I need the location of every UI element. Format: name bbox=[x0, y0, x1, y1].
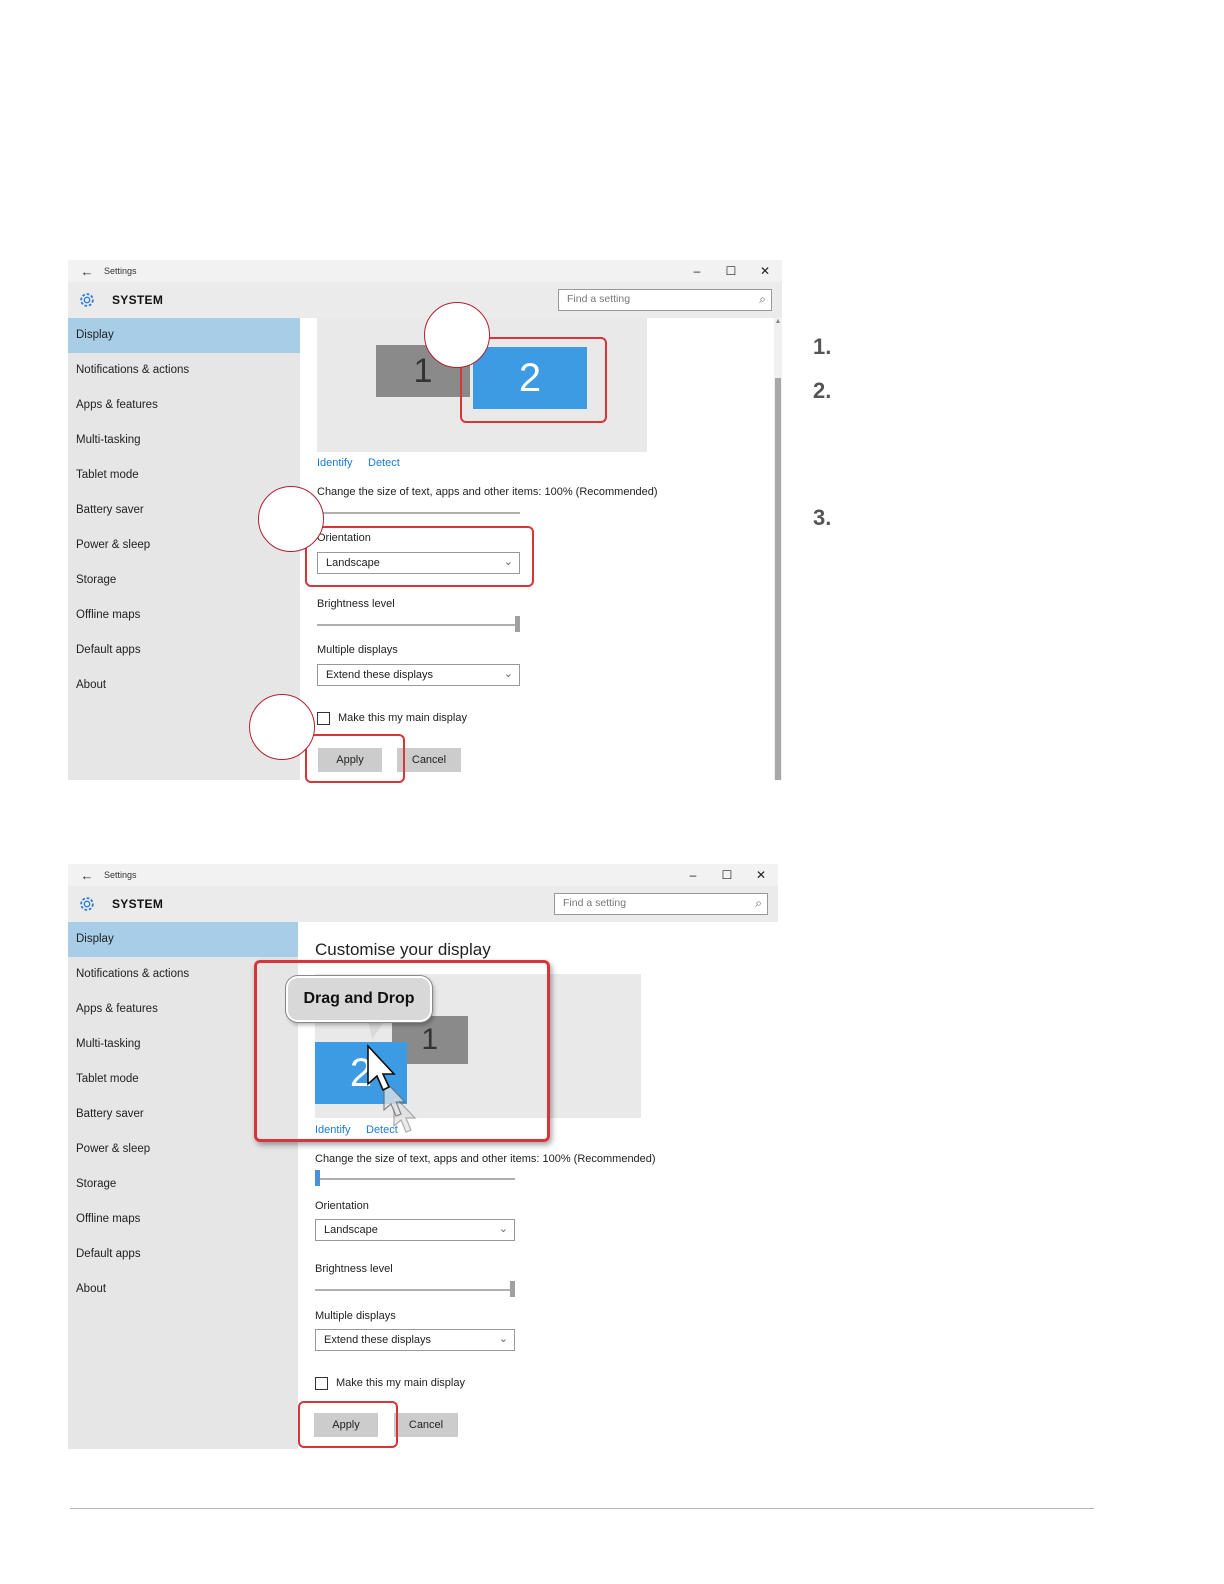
chevron-down-icon: ⌄ bbox=[498, 1333, 508, 1345]
close-button[interactable]: ✕ bbox=[748, 264, 782, 278]
step-callout-3 bbox=[249, 694, 315, 760]
search-placeholder: Find a setting bbox=[563, 897, 627, 909]
search-input[interactable]: Find a setting ⌕ bbox=[558, 289, 772, 311]
chevron-down-icon: ⌄ bbox=[498, 1223, 508, 1235]
brightness-slider-thumb[interactable] bbox=[515, 616, 520, 632]
apply-highlight bbox=[305, 734, 405, 783]
footer-divider bbox=[70, 1508, 1094, 1509]
sidebar-item-multitasking[interactable]: Multi-tasking bbox=[68, 423, 300, 458]
sidebar-item-about[interactable]: About bbox=[68, 1272, 298, 1307]
multiple-displays-value: Extend these displays bbox=[326, 669, 434, 681]
apply-highlight-2 bbox=[298, 1401, 398, 1448]
sidebar-item-tablet[interactable]: Tablet mode bbox=[68, 458, 300, 493]
close-button[interactable]: ✕ bbox=[744, 868, 778, 882]
orientation-highlight bbox=[305, 526, 534, 587]
scale-label: Change the size of text, apps and other … bbox=[317, 486, 658, 498]
main-display-label: Make this my main display bbox=[336, 1377, 465, 1389]
search-icon: ⌕ bbox=[759, 292, 766, 306]
drag-drop-callout: Drag and Drop bbox=[286, 976, 432, 1022]
main-display-checkbox[interactable] bbox=[315, 1377, 328, 1390]
sidebar-item-default-apps[interactable]: Default apps bbox=[68, 1237, 298, 1272]
orientation-label: Orientation bbox=[315, 1200, 369, 1212]
sidebar-item-notifications[interactable]: Notifications & actions bbox=[68, 353, 300, 388]
scale-label: Change the size of text, apps and other … bbox=[315, 1153, 656, 1165]
scale-slider[interactable] bbox=[317, 512, 520, 514]
step-number-2: 2. bbox=[813, 378, 832, 403]
scale-slider[interactable] bbox=[315, 1178, 515, 1180]
maximize-button[interactable]: ☐ bbox=[710, 868, 744, 882]
minimize-button[interactable]: – bbox=[676, 868, 710, 882]
main-display-label: Make this my main display bbox=[338, 712, 467, 724]
sidebar-item-offline-maps[interactable]: Offline maps bbox=[68, 598, 300, 633]
scale-slider-thumb[interactable] bbox=[315, 1170, 320, 1186]
section-title: SYSTEM bbox=[112, 293, 164, 307]
sidebar-item-storage[interactable]: Storage bbox=[68, 563, 300, 598]
multiple-displays-value: Extend these displays bbox=[324, 1334, 432, 1346]
gear-icon bbox=[80, 293, 94, 307]
scrollbar-thumb[interactable] bbox=[775, 378, 781, 780]
sidebar-item-default-apps[interactable]: Default apps bbox=[68, 633, 300, 668]
back-arrow-icon[interactable]: ← bbox=[78, 868, 96, 883]
multiple-displays-label: Multiple displays bbox=[317, 644, 398, 656]
orientation-select[interactable]: Landscape ⌄ bbox=[315, 1219, 515, 1241]
brightness-label: Brightness level bbox=[315, 1263, 393, 1275]
search-placeholder: Find a setting bbox=[567, 293, 631, 305]
sidebar-item-storage[interactable]: Storage bbox=[68, 1167, 298, 1202]
identify-link[interactable]: Identify bbox=[317, 457, 352, 469]
brightness-slider[interactable] bbox=[317, 624, 520, 626]
back-arrow-icon[interactable]: ← bbox=[78, 264, 96, 279]
title-bar: ← Settings – ☐ ✕ bbox=[68, 260, 782, 282]
window-title: Settings bbox=[104, 870, 137, 880]
sidebar-item-display[interactable]: Display bbox=[68, 318, 300, 353]
brightness-slider-thumb[interactable] bbox=[510, 1281, 515, 1297]
step-number-3: 3. bbox=[813, 505, 832, 530]
minimize-button[interactable]: – bbox=[680, 264, 714, 278]
multiple-displays-label: Multiple displays bbox=[315, 1310, 396, 1322]
scrollbar[interactable]: ▲ bbox=[774, 318, 782, 780]
sidebar-item-display[interactable]: Display bbox=[68, 922, 298, 957]
brightness-slider[interactable] bbox=[315, 1289, 515, 1291]
brightness-label: Brightness level bbox=[317, 598, 395, 610]
callout-tail bbox=[368, 1019, 386, 1039]
scroll-up-icon[interactable]: ▲ bbox=[774, 318, 782, 328]
step-callout-2 bbox=[258, 486, 324, 552]
search-input[interactable]: Find a setting ⌕ bbox=[554, 893, 768, 915]
multiple-displays-select[interactable]: Extend these displays ⌄ bbox=[315, 1329, 515, 1351]
page-title: Customise your display bbox=[315, 940, 491, 959]
mouse-cursor-icon bbox=[367, 1044, 417, 1133]
maximize-button[interactable]: ☐ bbox=[714, 264, 748, 278]
step-number-1: 1. bbox=[813, 334, 832, 359]
window-title: Settings bbox=[104, 266, 137, 276]
settings-screenshot-2: ← Settings – ☐ ✕ SYSTEM Find a setting ⌕… bbox=[68, 864, 778, 1449]
step-callout-1 bbox=[424, 302, 490, 368]
title-bar: ← Settings – ☐ ✕ bbox=[68, 864, 778, 886]
chevron-down-icon: ⌄ bbox=[503, 668, 513, 680]
settings-header: SYSTEM Find a setting ⌕ bbox=[68, 886, 778, 922]
orientation-value: Landscape bbox=[324, 1224, 378, 1236]
sidebar-item-offline-maps[interactable]: Offline maps bbox=[68, 1202, 298, 1237]
sidebar-item-apps[interactable]: Apps & features bbox=[68, 388, 300, 423]
settings-header: SYSTEM Find a setting ⌕ bbox=[68, 282, 782, 318]
main-display-checkbox[interactable] bbox=[317, 712, 330, 725]
search-icon: ⌕ bbox=[755, 896, 762, 910]
section-title: SYSTEM bbox=[112, 897, 164, 911]
detect-link[interactable]: Detect bbox=[368, 457, 400, 469]
cancel-button[interactable]: Cancel bbox=[397, 748, 461, 772]
cancel-button[interactable]: Cancel bbox=[394, 1413, 458, 1437]
gear-icon bbox=[80, 897, 94, 911]
multiple-displays-select[interactable]: Extend these displays ⌄ bbox=[317, 664, 520, 686]
